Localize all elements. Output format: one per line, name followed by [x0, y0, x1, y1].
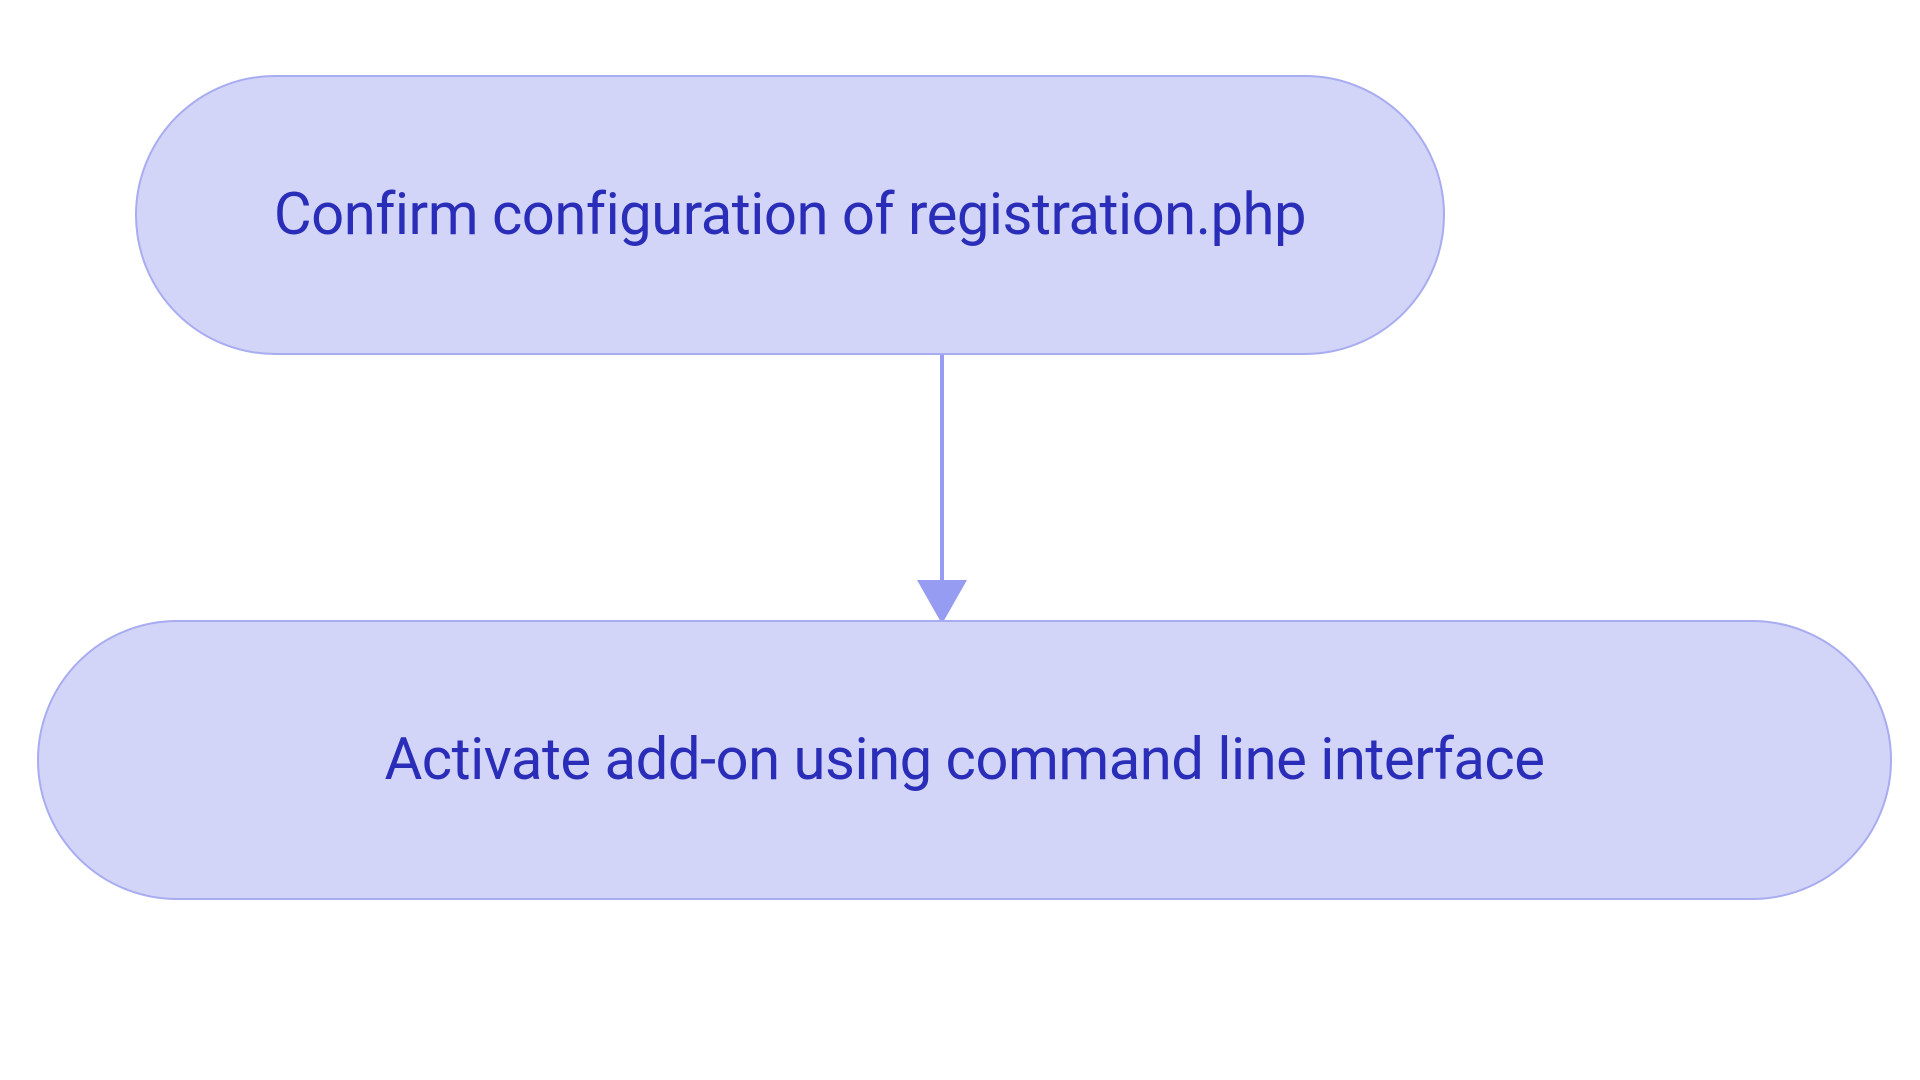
node-label: Activate add-on using command line inter… — [384, 726, 1544, 794]
flowchart-node-step1: Confirm configuration of registration.ph… — [135, 75, 1445, 355]
connector-line — [940, 355, 944, 585]
flowchart-node-step2: Activate add-on using command line inter… — [37, 620, 1892, 900]
connector-arrowhead-icon — [917, 580, 967, 624]
node-label: Confirm configuration of registration.ph… — [274, 181, 1306, 249]
